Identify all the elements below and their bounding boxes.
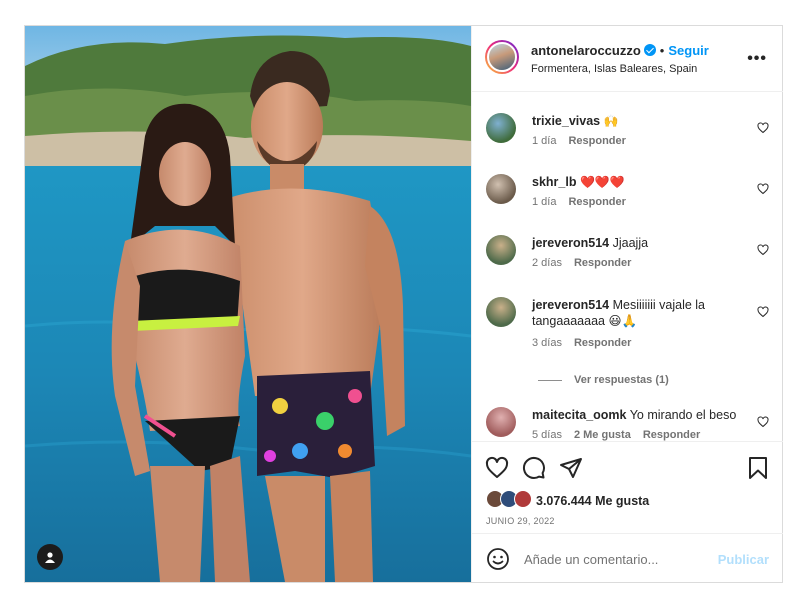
comments-list[interactable]: trixie_vivas 🙌 1 día Responder skhr_lb ❤️…: [472, 92, 783, 441]
like-comment-heart-icon[interactable]: [757, 306, 769, 318]
view-replies-button[interactable]: Ver respuestas (1): [538, 374, 669, 386]
comment-time[interactable]: 3 días: [532, 337, 562, 349]
heart-icon[interactable]: [485, 456, 509, 480]
commenter-avatar[interactable]: [486, 235, 516, 265]
comment-meta: 1 día Responder: [532, 196, 638, 208]
post-image[interactable]: [25, 26, 471, 582]
comment-username[interactable]: jereveron514: [532, 236, 609, 250]
author-username[interactable]: antonelaroccuzzo: [531, 43, 641, 58]
emoji-smile-icon[interactable]: [486, 547, 510, 571]
comment-icon[interactable]: [522, 456, 546, 480]
comment-time[interactable]: 1 día: [532, 196, 556, 208]
comment-text: Yo mirando el beso: [629, 408, 737, 422]
comment-username[interactable]: skhr_lb: [532, 175, 576, 189]
comment-username[interactable]: jereveron514: [532, 298, 609, 312]
instagram-post: antonelaroccuzzo • Seguir Formentera, Isla…: [24, 25, 783, 583]
post-date[interactable]: JUNIO 29, 2022: [486, 516, 555, 526]
comment-time[interactable]: 5 días: [532, 429, 562, 441]
comment-username[interactable]: maitecita_oomk: [532, 408, 626, 422]
add-comment-bar: Publicar: [472, 533, 783, 582]
comment-body: maitecita_oomk Yo mirando el beso: [532, 407, 742, 423]
comment-meta: 3 días Responder: [532, 337, 643, 349]
author-line: antonelaroccuzzo • Seguir: [531, 43, 709, 58]
more-options-icon[interactable]: •••: [747, 50, 767, 68]
replies-divider: [538, 379, 562, 381]
follow-button[interactable]: Seguir: [668, 43, 708, 58]
comment-time[interactable]: 1 día: [532, 135, 556, 147]
publish-button[interactable]: Publicar: [718, 552, 769, 567]
verified-badge-icon: [643, 44, 656, 56]
comment-meta: 1 día Responder: [532, 135, 638, 147]
commenter-avatar[interactable]: [486, 174, 516, 204]
view-replies-label: Ver respuestas (1): [574, 374, 669, 386]
like-comment-heart-icon[interactable]: [757, 122, 769, 134]
comment-meta: 5 días 2 Me gusta Responder: [532, 429, 712, 441]
comment-likes-count[interactable]: 2 Me gusta: [574, 429, 631, 441]
comment-body: jereveron514 Jjaajja: [532, 235, 742, 251]
commenter-avatar[interactable]: [486, 113, 516, 143]
commenter-avatar[interactable]: [486, 407, 516, 437]
author-avatar[interactable]: [485, 40, 519, 74]
comment-input[interactable]: [524, 547, 704, 571]
post-location[interactable]: Formentera, Islas Baleares, Spain: [531, 63, 697, 75]
comment-text: Jjaajja: [612, 236, 649, 250]
post-header: antonelaroccuzzo • Seguir Formentera, Isla…: [472, 26, 783, 92]
comment-text: 🙌: [603, 114, 619, 128]
comment-body: skhr_lb ❤️❤️❤️: [532, 174, 742, 190]
comment-text: ❤️❤️❤️: [579, 175, 625, 189]
liker-avatar: [514, 490, 532, 508]
reply-button[interactable]: Responder: [574, 337, 631, 349]
tagged-users-button[interactable]: [37, 544, 63, 570]
like-comment-heart-icon[interactable]: [757, 183, 769, 195]
separator-dot: •: [659, 43, 665, 58]
like-comment-heart-icon[interactable]: [757, 416, 769, 428]
comment-time[interactable]: 2 días: [532, 257, 562, 269]
likes-count[interactable]: 3.076.444 Me gusta: [536, 494, 649, 508]
beach-photo: [25, 26, 471, 582]
comment-meta: 2 días Responder: [532, 257, 643, 269]
reply-button[interactable]: Responder: [574, 257, 631, 269]
comment-username[interactable]: trixie_vivas: [532, 114, 600, 128]
reply-button[interactable]: Responder: [568, 196, 625, 208]
like-comment-heart-icon[interactable]: [757, 244, 769, 256]
user-icon: [45, 552, 55, 563]
post-sidebar: antonelaroccuzzo • Seguir Formentera, Isla…: [471, 26, 783, 582]
reply-button[interactable]: Responder: [643, 429, 700, 441]
bookmark-icon[interactable]: [746, 456, 770, 480]
comment-body: jereveron514 Mesiiiiiii vajale la tangaa…: [532, 297, 742, 329]
commenter-avatar[interactable]: [486, 297, 516, 327]
comment-body: trixie_vivas 🙌: [532, 113, 742, 129]
reply-button[interactable]: Responder: [568, 135, 625, 147]
share-icon[interactable]: [559, 456, 583, 480]
